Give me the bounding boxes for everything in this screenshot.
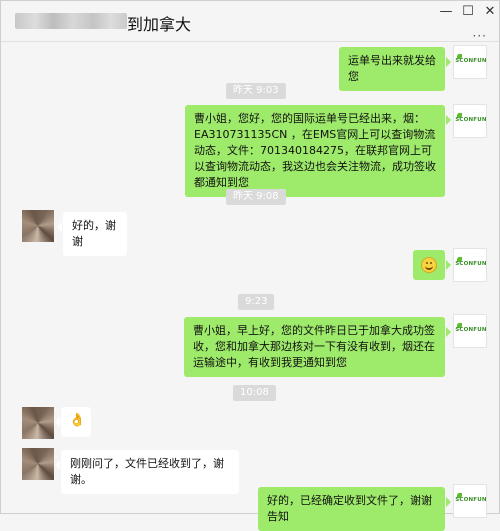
message-bubble-sent[interactable] [413, 250, 451, 280]
message-bubble-sent[interactable]: 运单号出来就发给您 [339, 47, 451, 91]
message-bubble-sent[interactable]: 曹小姐，早上好，您的文件昨日已于加拿大成功签收，您和加拿大那边核对一下有没有收到… [184, 317, 451, 377]
message-bubble-sent[interactable]: 好的，已经确定收到文件了，谢谢告知 [258, 487, 451, 531]
message-bubble-received[interactable]: 好的，谢谢 [57, 212, 127, 256]
timestamp: 昨天 9:08 [226, 189, 286, 205]
more-options-icon[interactable]: ··· [473, 29, 487, 43]
timestamp: 10:08 [233, 385, 276, 401]
chat-title: 到加拿大 [127, 15, 192, 34]
close-icon[interactable]: ✕ [479, 1, 500, 23]
sender-avatar[interactable]: SCONFUN [453, 45, 487, 79]
smile-emoji-icon [421, 257, 437, 273]
chat-window: 到加拿大 — ☐ ✕ ··· 运单号出来就发给您 SCONFUN 昨天 9:03… [0, 0, 500, 531]
message-bubble-received[interactable]: 👌 [55, 407, 91, 437]
ok-hand-emoji-icon: 👌 [69, 413, 86, 428]
minimize-icon[interactable]: — [435, 1, 457, 23]
message-bubble-received[interactable]: 刚刚问了，文件已经收到了，谢谢。 [55, 450, 239, 494]
sender-avatar[interactable]: SCONFUN [453, 104, 487, 138]
contact-avatar[interactable] [22, 448, 54, 480]
contact-avatar[interactable] [22, 210, 54, 242]
blurred-contact-name [15, 13, 127, 29]
message-list[interactable]: 运单号出来就发给您 SCONFUN 昨天 9:03 曹小姐，您好，您的国际运单号… [1, 42, 499, 531]
timestamp: 昨天 9:03 [226, 83, 286, 99]
sender-avatar[interactable]: SCONFUN [453, 484, 487, 518]
message-bubble-sent[interactable]: 曹小姐，您好，您的国际运单号已经出来，烟：EA310731135CN ，在EMS… [185, 105, 451, 197]
contact-avatar[interactable] [22, 407, 54, 439]
maximize-icon[interactable]: ☐ [457, 1, 479, 23]
timestamp: 9:23 [238, 294, 275, 310]
title-bar: 到加拿大 — ☐ ✕ ··· [1, 1, 500, 43]
sender-avatar[interactable]: SCONFUN [453, 248, 487, 282]
sender-avatar[interactable]: SCONFUN [453, 314, 487, 348]
